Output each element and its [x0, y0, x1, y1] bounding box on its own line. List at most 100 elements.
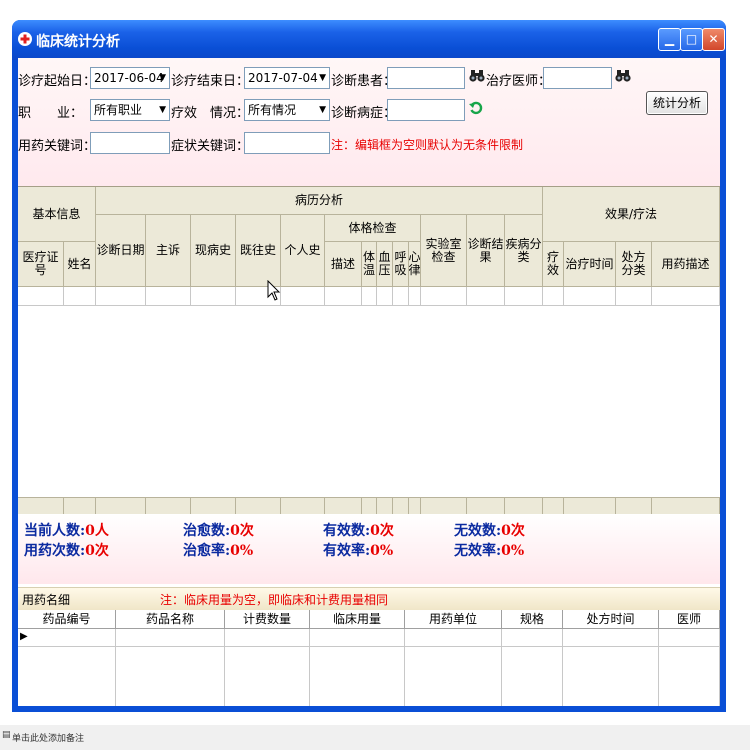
table-cell[interactable]	[652, 287, 720, 306]
drug-col-header[interactable]: 临床用量	[310, 610, 405, 629]
table-row[interactable]	[18, 629, 720, 647]
table-cell[interactable]	[362, 287, 377, 306]
filter-note: 注：编辑框为空则默认为无条件限制	[331, 138, 524, 152]
col-diag-result[interactable]: 诊断结果	[467, 215, 505, 287]
table-cell[interactable]	[18, 287, 64, 306]
drug-col-header[interactable]: 规格	[502, 610, 563, 629]
table-cell[interactable]	[64, 287, 96, 306]
effective-stat: 有效数:0次	[323, 520, 394, 540]
drug-col-header[interactable]: 药品名称	[116, 610, 225, 629]
ineffective-value: 0次	[501, 523, 525, 539]
col-diag-date[interactable]: 诊断日期	[96, 215, 146, 287]
stat-analysis-button[interactable]: 统计分析	[646, 91, 708, 115]
drug-col-header[interactable]: 医师	[659, 610, 720, 629]
table-cell[interactable]	[505, 287, 543, 306]
table-row[interactable]	[18, 287, 720, 306]
table-cell[interactable]	[502, 629, 563, 647]
ineffective-rate-stat: 无效率:0%	[454, 540, 524, 560]
table-cell[interactable]	[543, 287, 564, 306]
col-blood-pressure[interactable]: 血压	[377, 242, 393, 287]
table-cell	[310, 647, 405, 706]
maximize-button[interactable]: □	[680, 28, 703, 51]
drug-col-header[interactable]: 用药单位	[405, 610, 502, 629]
table-cell[interactable]	[116, 629, 225, 647]
occupation-select[interactable]: 所有职业 ▼	[90, 99, 170, 121]
dropdown-arrow-icon[interactable]: ▼	[159, 100, 166, 120]
end-date-picker[interactable]: 2017-07-04 ▼	[244, 67, 330, 89]
window-title: 临床统计分析	[36, 34, 120, 50]
statistics-panel: 当前人数:0人 用药次数:0次 治愈数:0次 治愈率:0% 有效数:0次 有效率…	[18, 514, 720, 584]
table-cell[interactable]	[146, 287, 191, 306]
table-cell[interactable]	[409, 287, 421, 306]
start-date-picker[interactable]: 2017-06-04 ▼	[90, 67, 170, 89]
col-record-no[interactable]: 医疗证号	[18, 242, 64, 287]
patient-input[interactable]	[387, 67, 465, 89]
header-case-analysis: 病历分析	[96, 187, 543, 215]
binoculars-icon[interactable]	[615, 69, 631, 83]
col-description[interactable]: 描述	[325, 242, 362, 287]
table-cell[interactable]	[393, 287, 409, 306]
table-cell[interactable]	[310, 629, 405, 647]
effective-rate-stat: 有效率:0%	[323, 540, 393, 560]
table-cell[interactable]	[18, 629, 116, 647]
drug-detail-bar: 用药名细 注：临床用量为空，即临床和计费用量相同	[18, 587, 720, 611]
col-lab-test[interactable]: 实验室检查	[421, 215, 467, 287]
col-complaint[interactable]: 主诉	[146, 215, 191, 287]
table-cell[interactable]	[191, 287, 236, 306]
drug-col-header[interactable]: 计费数量	[225, 610, 310, 629]
binoculars-icon[interactable]	[469, 69, 485, 83]
col-present-history[interactable]: 现病史	[191, 215, 236, 287]
ineffective-label: 无效数:	[454, 523, 502, 539]
drug-times-label: 用药次数:	[24, 543, 86, 559]
table-cell[interactable]	[563, 629, 659, 647]
status-text[interactable]: 单击此处添加备注	[12, 731, 84, 744]
table-cell	[563, 647, 659, 706]
col-treatment-time[interactable]: 治疗时间	[564, 242, 616, 287]
table-cell[interactable]	[616, 287, 652, 306]
drug-col-header[interactable]: 药品编号	[18, 610, 116, 629]
title-bar[interactable]: 临床统计分析 ▁ □ ✕	[12, 20, 726, 60]
table-cell[interactable]	[377, 287, 393, 306]
disease-input[interactable]	[387, 99, 465, 121]
col-drug-desc[interactable]: 用药描述	[652, 242, 720, 287]
dropdown-arrow-icon[interactable]: ▼	[319, 68, 326, 88]
doctor-input[interactable]	[543, 67, 612, 89]
col-name[interactable]: 姓名	[64, 242, 96, 287]
col-rx-class[interactable]: 处方分类	[616, 242, 652, 287]
table-cell[interactable]	[421, 287, 467, 306]
drug-detail-table[interactable]: 药品编号 药品名称 计费数量 临床用量 用药单位 规格 处方时间 医师 ▶	[18, 610, 720, 706]
minimize-icon: ▁	[664, 32, 675, 46]
symptom-keyword-input[interactable]	[244, 132, 330, 154]
table-cell[interactable]	[659, 629, 720, 647]
header-effect-therapy: 效果/疗法	[543, 187, 720, 242]
col-respiration[interactable]: 呼吸	[393, 242, 409, 287]
efficacy-select[interactable]: 所有情况 ▼	[244, 99, 330, 121]
current-patients-value: 0人	[85, 523, 109, 539]
col-heart-rhythm[interactable]: 心律	[409, 242, 421, 287]
end-date-label: 诊疗结束日：	[171, 74, 250, 89]
drug-keyword-input[interactable]	[90, 132, 170, 154]
col-efficacy[interactable]: 疗效	[543, 242, 564, 287]
table-cell[interactable]	[467, 287, 505, 306]
dropdown-arrow-icon[interactable]: ▼	[319, 100, 326, 120]
col-temperature[interactable]: 体温	[362, 242, 377, 287]
drug-col-header[interactable]: 处方时间	[563, 610, 659, 629]
table-cell[interactable]	[96, 287, 146, 306]
ineffective-rate-label: 无效率:	[454, 543, 502, 559]
table-cell[interactable]	[564, 287, 616, 306]
table-cell[interactable]	[225, 629, 310, 647]
table-cell[interactable]	[325, 287, 362, 306]
symptom-keyword-label: 症状关键词：	[171, 139, 250, 154]
col-personal-history[interactable]: 个人史	[281, 215, 325, 287]
table-cell[interactable]	[405, 629, 502, 647]
case-analysis-grid[interactable]: 基本信息 病历分析 效果/疗法 体格检查 医疗证号 姓名 诊断日期 主诉 现病史…	[18, 186, 720, 516]
dropdown-arrow-icon[interactable]: ▼	[159, 68, 166, 88]
cure-rate-label: 治愈率:	[183, 543, 231, 559]
col-disease-class[interactable]: 疾病分类	[505, 215, 543, 287]
col-past-history[interactable]: 既往史	[236, 215, 281, 287]
table-cell[interactable]	[281, 287, 325, 306]
minimize-button[interactable]: ▁	[658, 28, 681, 51]
occupation-label: 职 业：	[18, 106, 84, 121]
refresh-icon[interactable]	[469, 101, 483, 115]
close-button[interactable]: ✕	[702, 28, 725, 51]
